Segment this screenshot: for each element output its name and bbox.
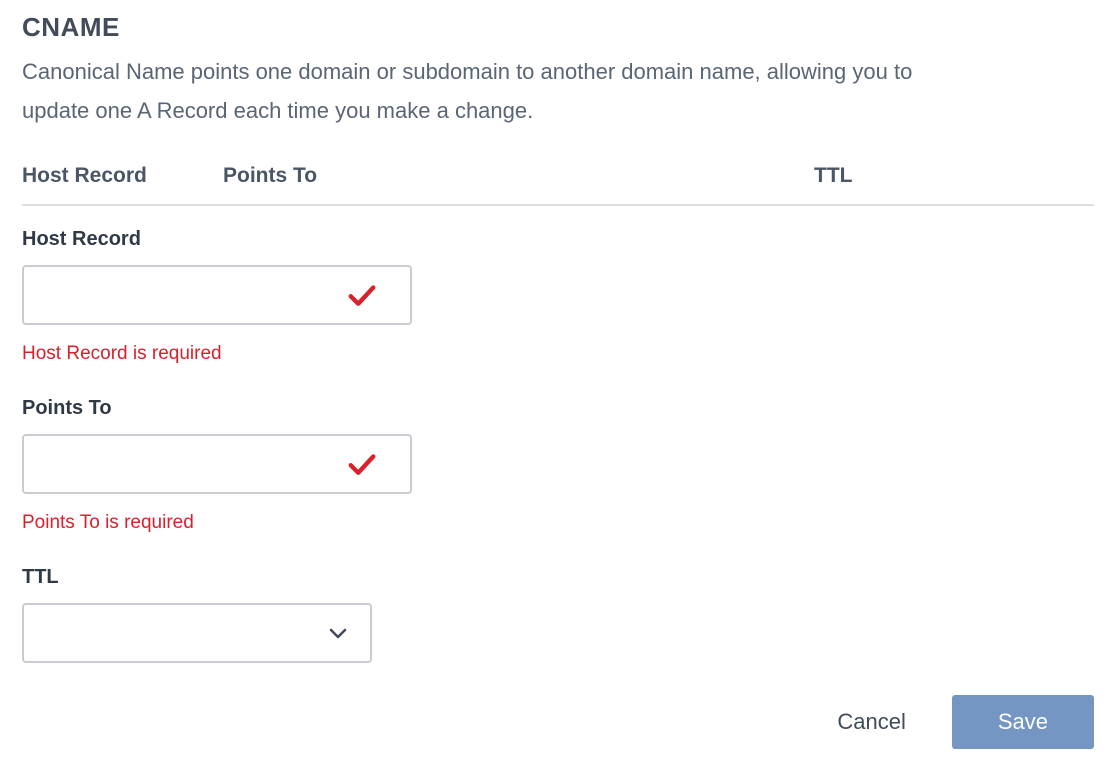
table-header-row: Host Record Points To TTL	[22, 164, 1094, 188]
column-header-ttl: TTL	[814, 164, 1094, 188]
cancel-button[interactable]: Cancel	[833, 703, 909, 741]
column-header-host-record: Host Record	[22, 164, 223, 188]
chevron-down-icon	[324, 619, 352, 647]
host-record-input[interactable]	[22, 265, 412, 325]
host-record-input-wrap	[22, 265, 412, 325]
field-host-record: Host Record Host Record is required	[22, 228, 1094, 365]
field-ttl: TTL	[22, 566, 1094, 663]
column-header-points-to: Points To	[223, 164, 814, 188]
points-to-label: Points To	[22, 397, 1094, 420]
field-points-to: Points To Points To is required	[22, 397, 1094, 534]
divider	[22, 204, 1094, 206]
points-to-error: Points To is required	[22, 512, 1094, 534]
points-to-input[interactable]	[22, 434, 412, 494]
ttl-label: TTL	[22, 566, 1094, 589]
cname-form: CNAME Canonical Name points one domain o…	[22, 12, 1094, 749]
page-description: Canonical Name points one domain or subd…	[22, 53, 922, 130]
page-title: CNAME	[22, 12, 1094, 43]
form-footer: Cancel Save	[22, 695, 1094, 749]
save-button[interactable]: Save	[952, 695, 1094, 749]
host-record-error: Host Record is required	[22, 343, 1094, 365]
ttl-select[interactable]	[22, 603, 372, 663]
host-record-label: Host Record	[22, 228, 1094, 251]
points-to-input-wrap	[22, 434, 412, 494]
